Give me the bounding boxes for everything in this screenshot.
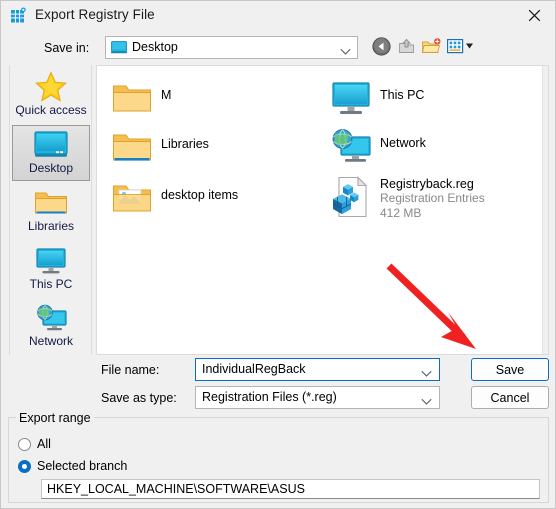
scrollbar[interactable] <box>542 66 548 354</box>
folder-icon <box>111 77 153 119</box>
sidebar-item-libraries[interactable]: Libraries <box>12 184 90 240</box>
sidebar-item-label: This PC <box>29 277 73 291</box>
title-bar: Export Registry File <box>1 1 555 30</box>
sidebar-item-network[interactable]: Network <box>12 299 90 355</box>
file-list[interactable]: M Libraries desktop items This PC Networ… <box>96 65 549 355</box>
save-in-label: Save in: <box>44 41 90 55</box>
folder-pictures-icon <box>111 177 153 219</box>
list-item[interactable]: M <box>111 77 171 119</box>
list-item[interactable]: Libraries <box>111 126 209 168</box>
save-as-type-dropdown[interactable]: Registration Files (*.reg) <box>195 386 440 409</box>
list-item-name: M <box>161 88 172 102</box>
registry-editor-icon <box>10 7 27 24</box>
chevron-down-icon <box>421 365 432 383</box>
branch-path-value: HKEY_LOCAL_MACHINE\SOFTWARE\ASUS <box>47 482 305 496</box>
save-button[interactable]: Save <box>471 358 549 381</box>
folder-icon <box>30 186 72 220</box>
radio-selected-branch[interactable]: Selected branch <box>18 459 127 473</box>
sidebar-item-label: Network <box>28 334 73 348</box>
radio-selected-branch-label: Selected branch <box>37 459 128 473</box>
sidebar-item-label: Libraries <box>27 219 75 233</box>
sidebar-item-desktop[interactable]: Desktop <box>12 125 90 181</box>
radio-circle-selected-icon <box>18 459 31 473</box>
export-registry-file-dialog: Export Registry File Save in: Desktop Qu… <box>0 0 556 509</box>
close-icon[interactable] <box>511 1 555 30</box>
sidebar-item-quick-access[interactable]: Quick access <box>12 68 90 124</box>
views-button[interactable] <box>447 37 475 61</box>
cancel-button[interactable]: Cancel <box>471 386 549 409</box>
list-item-type: Registration Entries <box>380 191 485 205</box>
desktop-monitor-icon <box>30 128 72 162</box>
library-folder-icon <box>111 126 153 168</box>
computer-icon <box>30 244 72 278</box>
desktop-monitor-icon <box>111 41 127 54</box>
network-globe-icon <box>30 301 72 335</box>
radio-circle-icon <box>18 437 31 451</box>
radio-all[interactable]: All <box>18 437 51 451</box>
list-item-name: Libraries <box>161 137 209 151</box>
file-name-label: File name: <box>101 363 160 377</box>
back-button[interactable] <box>372 37 391 61</box>
file-name-value: IndividualRegBack <box>202 362 306 376</box>
save-as-type-value: Registration Files (*.reg) <box>202 390 337 404</box>
reg-file-icon <box>330 176 372 218</box>
list-item-name: This PC <box>380 88 425 102</box>
sidebar-item-label: Quick access <box>15 103 87 117</box>
chevron-down-icon <box>421 393 432 411</box>
up-folder-icon[interactable] <box>397 37 416 61</box>
places-bar: Quick access Desktop Libraries This PC N… <box>9 65 92 355</box>
radio-all-label: All <box>37 437 51 451</box>
network-globe-icon <box>330 125 372 167</box>
branch-path-input[interactable]: HKEY_LOCAL_MACHINE\SOFTWARE\ASUS <box>41 479 540 499</box>
save-in-dropdown[interactable]: Desktop <box>105 36 358 59</box>
list-item[interactable]: desktop items <box>111 177 238 219</box>
list-item-size: 412 MB <box>380 206 422 220</box>
list-item-name: Registryback.reg <box>380 177 474 191</box>
list-item[interactable]: Network <box>330 125 426 167</box>
export-range-legend: Export range <box>16 411 94 425</box>
list-item-name: Network <box>380 136 426 150</box>
list-item[interactable]: This PC <box>330 77 424 119</box>
chevron-down-icon <box>340 43 351 61</box>
new-folder-icon[interactable] <box>421 37 441 61</box>
save-as-type-label: Save as type: <box>101 391 177 405</box>
star-icon <box>30 70 72 104</box>
sidebar-item-label: Desktop <box>28 161 74 175</box>
sidebar-item-this-pc[interactable]: This PC <box>12 242 90 298</box>
page-title: Export Registry File <box>35 7 155 22</box>
computer-icon <box>330 77 372 119</box>
file-name-input[interactable]: IndividualRegBack <box>195 358 440 381</box>
save-in-value: Desktop <box>132 40 178 54</box>
list-item[interactable]: Registryback.reg Registration Entries 41… <box>330 176 485 221</box>
list-item-name: desktop items <box>161 188 239 202</box>
